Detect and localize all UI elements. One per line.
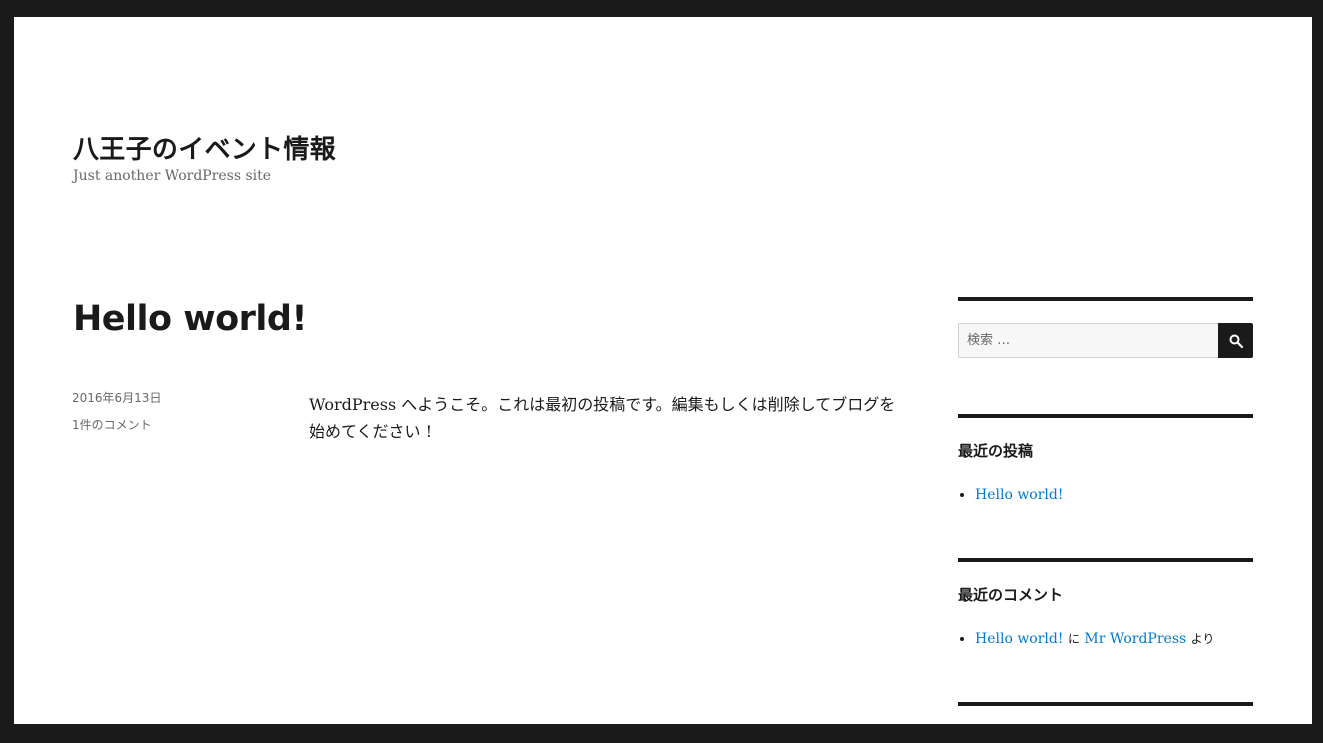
- next-widget: [958, 702, 1253, 712]
- recent-comments-title: 最近のコメント: [958, 586, 1064, 604]
- site-tagline: Just another WordPress site: [73, 168, 272, 184]
- comment-suffix: より: [1190, 632, 1215, 646]
- recent-posts-list: Hello world!: [975, 485, 1253, 505]
- page: 八王子のイベント情報 Just another WordPress site H…: [14, 17, 1312, 724]
- post-date-link[interactable]: 2016年6月13日: [72, 392, 161, 404]
- post-comments-link[interactable]: 1件のコメント: [72, 419, 161, 431]
- recent-comments-widget: 最近のコメント Hello world! に Mr WordPress より: [958, 558, 1253, 702]
- search-button[interactable]: [1218, 323, 1253, 358]
- search-widget: [958, 297, 1253, 414]
- comment-connector: に: [1067, 632, 1080, 646]
- recent-post-link[interactable]: Hello world!: [975, 487, 1064, 503]
- post-content: WordPress へようこそ。これは最初の投稿です。編集もしくは削除してブログ…: [309, 395, 896, 441]
- search-form: [958, 323, 1253, 358]
- site-title[interactable]: 八王子のイベント情報: [73, 129, 336, 166]
- sidebar: 最近の投稿 Hello world! 最近のコメント Hello world! …: [958, 297, 1253, 712]
- recent-comments-list: Hello world! に Mr WordPress より: [975, 629, 1253, 649]
- search-input[interactable]: [958, 323, 1218, 358]
- post-title[interactable]: Hello world!: [73, 299, 307, 339]
- post-meta: 2016年6月13日 1件のコメント: [72, 392, 161, 446]
- list-item: Hello world!: [975, 485, 1253, 505]
- recent-posts-widget: 最近の投稿 Hello world!: [958, 414, 1253, 558]
- comment-author-link[interactable]: Mr WordPress: [1084, 631, 1186, 647]
- recent-posts-title: 最近の投稿: [958, 442, 1034, 460]
- search-icon: [1229, 334, 1243, 348]
- list-item: Hello world! に Mr WordPress より: [975, 629, 1253, 649]
- comment-post-link[interactable]: Hello world!: [975, 631, 1064, 647]
